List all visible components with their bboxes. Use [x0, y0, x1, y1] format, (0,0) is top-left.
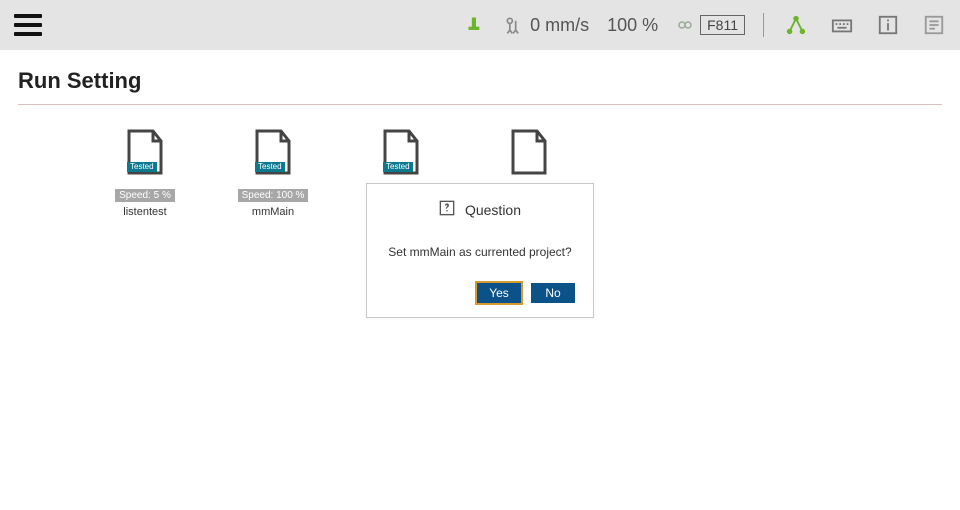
top-bar: 0 mm/s 100 % F811	[0, 0, 960, 50]
file-icon: Tested	[253, 129, 293, 175]
tested-badge: Tested	[255, 162, 285, 172]
status-speed: 0 mm/s	[504, 15, 589, 36]
menu-button[interactable]	[14, 14, 42, 36]
dialog-header: Question	[385, 200, 575, 219]
file-item-listentest[interactable]: Tested Speed: 5 % listentest	[110, 129, 180, 218]
speed-tag: Speed: 100 %	[238, 189, 309, 202]
status-mode	[466, 15, 486, 35]
status-group: 0 mm/s 100 % F811	[466, 13, 764, 37]
dialog-actions: Yes No	[385, 283, 575, 303]
title-rule	[18, 104, 942, 105]
file-label: listentest	[123, 206, 166, 218]
question-icon	[439, 200, 455, 219]
robot-speed-icon	[504, 15, 524, 35]
file-icon	[509, 129, 549, 175]
network-icon[interactable]	[784, 13, 808, 37]
link-icon	[676, 16, 694, 34]
speed-readout: 0 mm/s	[530, 15, 589, 36]
yes-button[interactable]: Yes	[477, 283, 521, 303]
page-title: Run Setting	[18, 68, 942, 104]
file-icon: Tested	[125, 129, 165, 175]
status-code: F811	[676, 15, 745, 35]
mode-icon	[466, 15, 486, 35]
keyboard-icon[interactable]	[830, 13, 854, 37]
log-icon[interactable]	[922, 13, 946, 37]
dialog-title: Question	[465, 202, 521, 218]
toolbar-icons	[784, 13, 946, 37]
no-button[interactable]: No	[531, 283, 575, 303]
status-percent: 100 %	[607, 15, 658, 36]
file-label: mmMain	[252, 206, 294, 218]
tested-badge: Tested	[127, 162, 157, 172]
file-item-mmmain[interactable]: Tested Speed: 100 % mmMain	[238, 129, 308, 218]
info-icon[interactable]	[876, 13, 900, 37]
code-box: F811	[700, 15, 745, 35]
divider	[763, 13, 764, 37]
question-dialog: Question Set mmMain as currented project…	[366, 183, 594, 318]
percent-readout: 100 %	[607, 15, 658, 36]
dialog-body: Set mmMain as currented project?	[385, 245, 575, 259]
speed-tag: Speed: 5 %	[115, 189, 175, 202]
file-icon: Tested	[381, 129, 421, 175]
tested-badge: Tested	[383, 162, 413, 172]
